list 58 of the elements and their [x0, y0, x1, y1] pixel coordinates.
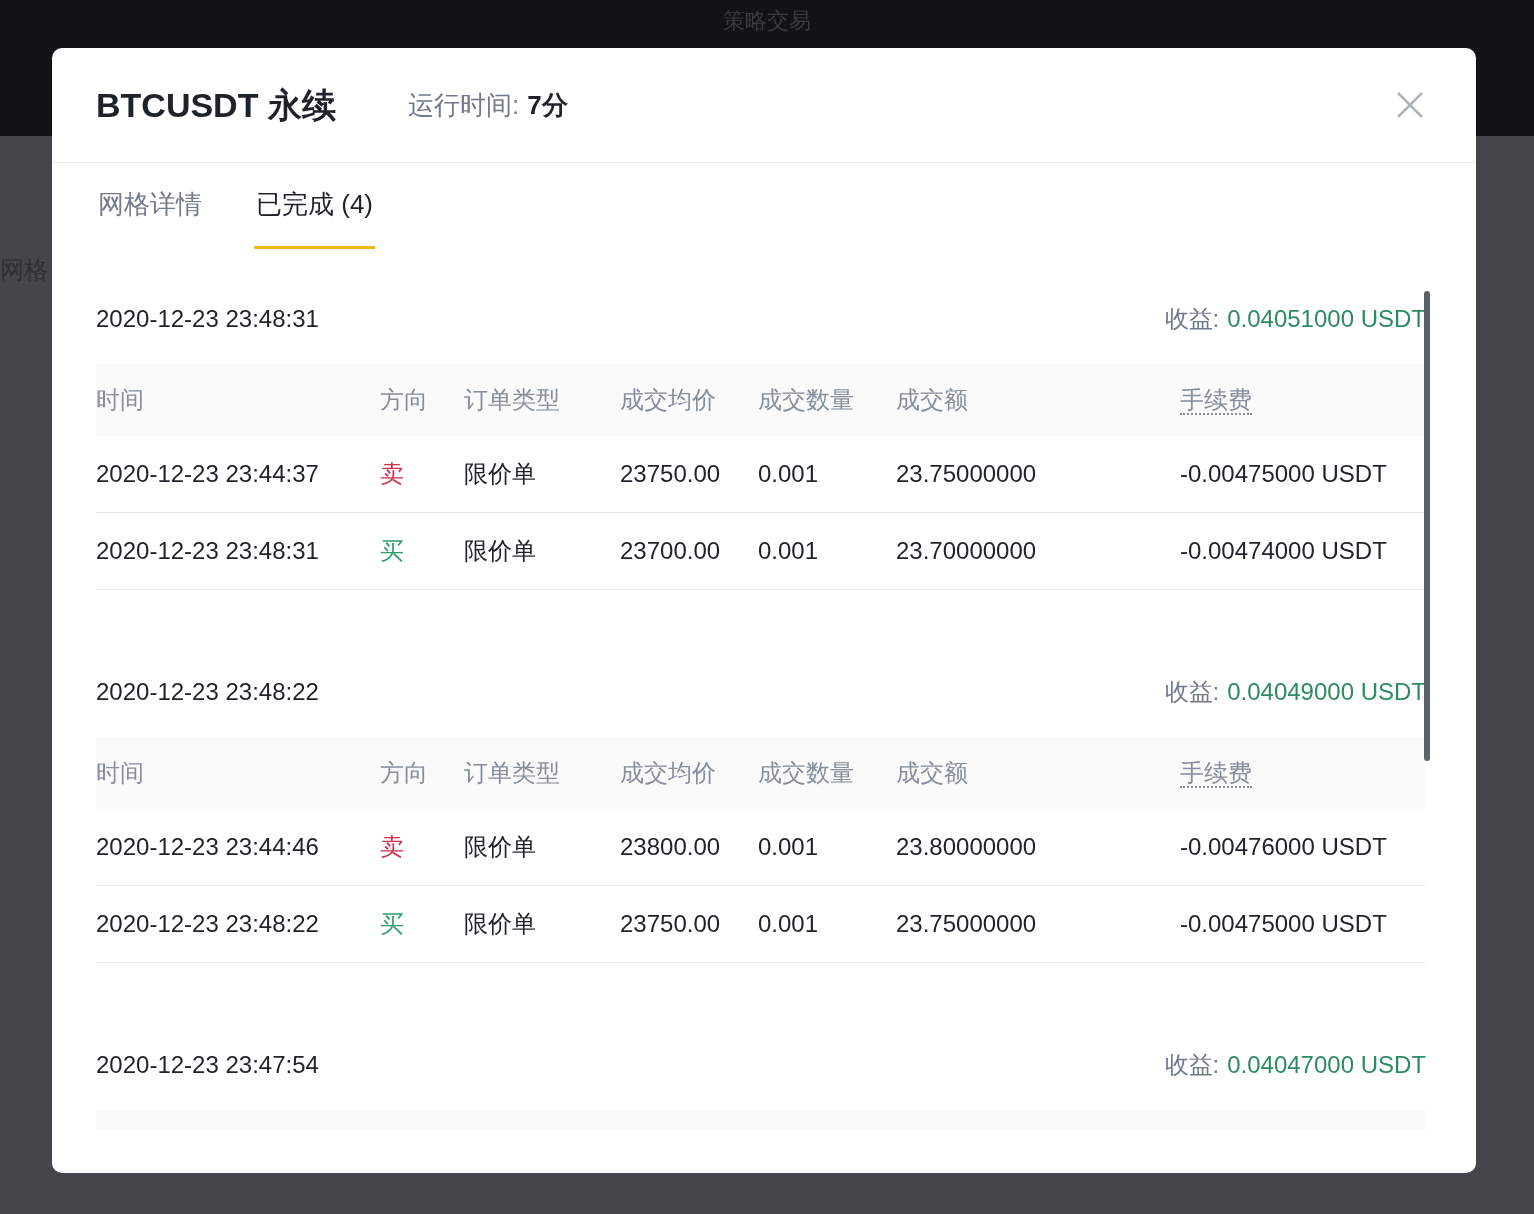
table-cell: 限价单 [464, 910, 536, 937]
column-header: 时间 [96, 759, 144, 786]
scrollbar[interactable] [1424, 291, 1430, 761]
table-cell: -0.00475000 USDT [1180, 910, 1387, 937]
column-header: 方向 [380, 386, 428, 413]
column-header: 时间 [96, 386, 144, 413]
profit-label: 收益: [1164, 304, 1220, 334]
tab[interactable]: 已完成 (4) [254, 163, 375, 249]
group-time: 2020-12-23 23:48:22 [96, 677, 319, 707]
profit-value: 0.04051000 USDT [1227, 304, 1426, 334]
column-header: 手续费 [1180, 386, 1252, 415]
group-time: 2020-12-23 23:47:54 [96, 1050, 319, 1080]
column-header: 订单类型 [464, 759, 560, 786]
table-cell: 23.80000000 [896, 833, 1037, 860]
column-header: 成交额 [896, 759, 968, 786]
column-header: 成交数量 [758, 386, 854, 413]
table-cell: 2020-12-23 23:48:22 [96, 910, 319, 937]
profit-label: 收益: [1164, 1050, 1220, 1080]
table-cell: 23800.00 [620, 833, 721, 860]
column-header: 成交额 [896, 386, 968, 413]
column-header: 方向 [380, 759, 428, 786]
side-label: 买 [380, 910, 404, 937]
table-cell: 2020-12-23 23:48:31 [96, 537, 319, 564]
profit-value: 0.04049000 USDT [1227, 677, 1426, 707]
runtime-value: 7分 [527, 88, 568, 122]
table-cell: 2020-12-23 23:44:37 [96, 460, 319, 487]
table-cell: 23750.00 [620, 460, 721, 487]
table-cell: 23.70000000 [896, 537, 1037, 564]
table-cell: 0.001 [758, 460, 819, 487]
table-cell: 23.75000000 [896, 460, 1037, 487]
group-time: 2020-12-23 23:48:31 [96, 304, 319, 334]
table-cell: 0.001 [758, 537, 819, 564]
column-header: 成交均价 [620, 759, 716, 786]
side-label: 卖 [380, 833, 404, 860]
column-header: 订单类型 [464, 386, 560, 413]
table-cell: 0.001 [758, 833, 819, 860]
modal-title: BTCUSDT 永续 [96, 84, 336, 126]
table-cell: -0.00475000 USDT [1180, 460, 1387, 487]
runtime-label: 运行时间: [407, 88, 520, 122]
table-cell: 限价单 [464, 537, 536, 564]
table-cell: 23700.00 [620, 537, 721, 564]
side-label: 卖 [380, 460, 404, 487]
profit-label: 收益: [1164, 677, 1220, 707]
table-cell: 限价单 [464, 460, 536, 487]
column-header: 成交数量 [758, 759, 854, 786]
table-cell: 23.75000000 [896, 910, 1037, 937]
table-cell: 0.001 [758, 910, 819, 937]
table-cell: 2020-12-23 23:44:46 [96, 833, 319, 860]
table-cell: 23750.00 [620, 910, 721, 937]
table-cell: 限价单 [464, 833, 536, 860]
tab[interactable]: 网格详情 [96, 163, 204, 249]
table-cell: -0.00476000 USDT [1180, 833, 1387, 860]
column-header: 手续费 [1180, 759, 1252, 788]
column-header: 成交均价 [620, 386, 716, 413]
close-icon[interactable] [1396, 91, 1424, 119]
profit-value: 0.04047000 USDT [1227, 1050, 1426, 1080]
table-cell: -0.00474000 USDT [1180, 537, 1387, 564]
side-label: 买 [380, 537, 404, 564]
